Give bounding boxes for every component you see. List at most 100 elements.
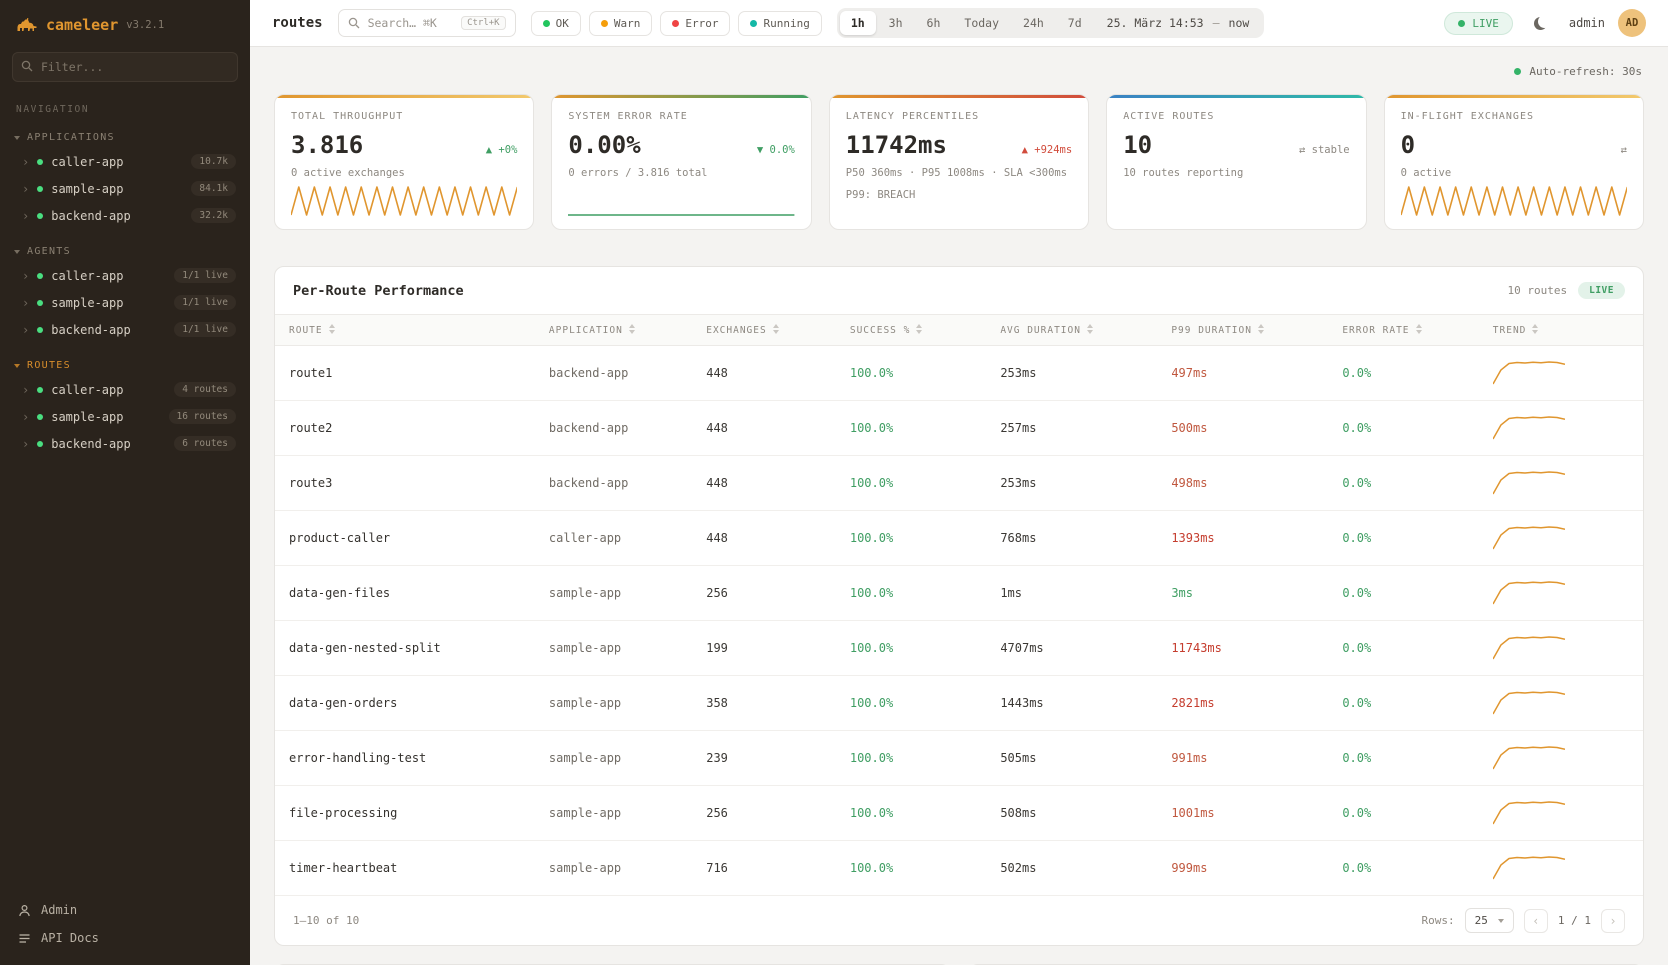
trend-sparkline (1493, 800, 1565, 826)
date-range-display[interactable]: 25. März 14:53 — now (1095, 16, 1262, 30)
sidebar-item-caller-app[interactable]: › caller-app 10.7k (0, 148, 250, 175)
column-header-p99-duration[interactable]: P99 DURATION (1157, 315, 1328, 346)
kpi-label: IN-FLIGHT EXCHANGES (1401, 111, 1627, 122)
time-range-7d[interactable]: 7d (1057, 11, 1093, 35)
section-header-routes[interactable]: ROUTES (0, 355, 250, 376)
route-cell[interactable]: data-gen-files (275, 566, 535, 621)
column-header-route[interactable]: ROUTE (275, 315, 535, 346)
kpi-system-error-rate[interactable]: SYSTEM ERROR RATE 0.00% ▼ 0.0% 0 errors … (551, 94, 811, 230)
kpi-active-routes[interactable]: ACTIVE ROUTES 10 ⇄ stable 10 routes repo… (1106, 94, 1366, 230)
table-row[interactable]: data-gen-nested-split sample-app 199 100… (275, 621, 1643, 676)
search-box[interactable]: Search… ⌘K Ctrl+K (338, 9, 516, 37)
column-header-exchanges[interactable]: EXCHANGES (692, 315, 836, 346)
table-header-row: ROUTE APPLICATION EXCHANGES SUCCESS % AV… (275, 315, 1643, 346)
status-filter-error[interactable]: Error (660, 11, 730, 36)
prev-page-button[interactable]: ‹ (1524, 909, 1548, 933)
chevron-right-icon: › (22, 384, 29, 396)
table-row[interactable]: route1 backend-app 448 100.0% 253ms 497m… (275, 346, 1643, 401)
section-header-applications[interactable]: APPLICATIONS (0, 127, 250, 148)
p99-duration-cell: 1393ms (1157, 511, 1328, 566)
column-header-error-rate[interactable]: ERROR RATE (1328, 315, 1478, 346)
avatar[interactable]: AD (1618, 9, 1646, 37)
sidebar-link-admin[interactable]: Admin (18, 903, 232, 917)
status-filter-running[interactable]: Running (738, 11, 821, 36)
status-filter-warn[interactable]: Warn (589, 11, 653, 36)
live-toggle[interactable]: LIVE (1444, 12, 1513, 35)
sidebar-item-backend-app-routes[interactable]: › backend-app 6 routes (0, 430, 250, 457)
p99-duration-cell: 498ms (1157, 456, 1328, 511)
error-rate-sparkline (568, 185, 794, 217)
sidebar-item-sample-app-routes[interactable]: › sample-app 16 routes (0, 403, 250, 430)
table-row[interactable]: route2 backend-app 448 100.0% 257ms 500m… (275, 401, 1643, 456)
time-range-1h[interactable]: 1h (840, 11, 876, 35)
route-cell[interactable]: data-gen-nested-split (275, 621, 535, 676)
next-page-button[interactable]: › (1601, 909, 1625, 933)
table-row[interactable]: product-caller caller-app 448 100.0% 768… (275, 511, 1643, 566)
dark-mode-toggle[interactable] (1526, 8, 1556, 38)
table-row[interactable]: error-handling-test sample-app 239 100.0… (275, 731, 1643, 786)
application-cell: sample-app (535, 566, 692, 621)
exchanges-cell: 239 (692, 731, 836, 786)
auto-refresh-dot (1514, 68, 1521, 75)
error-rate-cell: 0.0% (1328, 346, 1478, 401)
route-cell[interactable]: data-gen-orders (275, 676, 535, 731)
table-row[interactable]: timer-heartbeat sample-app 716 100.0% 50… (275, 841, 1643, 896)
time-range-today[interactable]: Today (953, 11, 1010, 35)
chevron-right-icon: › (22, 210, 29, 222)
success-cell: 100.0% (836, 841, 986, 896)
route-cell[interactable]: route3 (275, 456, 535, 511)
sidebar-section-agents: AGENTS › caller-app 1/1 live › sample-ap… (0, 241, 250, 343)
trend-cell (1479, 511, 1643, 566)
p99-duration-cell: 500ms (1157, 401, 1328, 456)
table-row[interactable]: data-gen-files sample-app 256 100.0% 1ms… (275, 566, 1643, 621)
rows-per-page-select[interactable]: 25 (1465, 908, 1514, 933)
route-cell[interactable]: error-handling-test (275, 731, 535, 786)
table-row[interactable]: file-processing sample-app 256 100.0% 50… (275, 786, 1643, 841)
table-footer: 1–10 of 10 Rows: 25 ‹ 1 / 1 › (275, 896, 1643, 945)
route-cell[interactable]: route2 (275, 401, 535, 456)
status-filter-ok[interactable]: OK (531, 11, 581, 36)
sidebar-item-backend-app[interactable]: › backend-app 32.2k (0, 202, 250, 229)
sidebar-link-api-docs[interactable]: API Docs (18, 931, 232, 945)
column-header-application[interactable]: APPLICATION (535, 315, 692, 346)
column-header-avg-duration[interactable]: AVG DURATION (986, 315, 1157, 346)
success-cell: 100.0% (836, 401, 986, 456)
route-cell[interactable]: file-processing (275, 786, 535, 841)
logo[interactable]: cameleer v3.2.1 (0, 0, 250, 50)
success-cell: 100.0% (836, 731, 986, 786)
sidebar-item-sample-app-agent[interactable]: › sample-app 1/1 live (0, 289, 250, 316)
sort-icon (773, 324, 780, 334)
time-range-24h[interactable]: 24h (1012, 11, 1055, 35)
trend-cell (1479, 786, 1643, 841)
trend-sparkline (1493, 415, 1565, 441)
table-row[interactable]: route3 backend-app 448 100.0% 253ms 498m… (275, 456, 1643, 511)
time-range-3h[interactable]: 3h (878, 11, 914, 35)
sidebar-item-caller-app-agent[interactable]: › caller-app 1/1 live (0, 262, 250, 289)
sidebar-item-caller-app-routes[interactable]: › caller-app 4 routes (0, 376, 250, 403)
kpi-value: 10 (1123, 131, 1152, 159)
time-range-6h[interactable]: 6h (916, 11, 952, 35)
status-dot (37, 186, 43, 192)
sort-icon (916, 324, 923, 334)
kpi-in-flight-exchanges[interactable]: IN-FLIGHT EXCHANGES 0 ⇄ 0 active (1384, 94, 1644, 230)
route-cell[interactable]: timer-heartbeat (275, 841, 535, 896)
column-header-success[interactable]: SUCCESS % (836, 315, 986, 346)
sidebar-filter-input[interactable] (12, 52, 238, 82)
column-header-trend[interactable]: TREND (1479, 315, 1643, 346)
main-content[interactable]: Auto-refresh: 30s TOTAL THROUGHPUT 3.816… (250, 47, 1668, 965)
section-title: AGENTS (27, 246, 71, 257)
success-cell: 100.0% (836, 456, 986, 511)
application-cell: sample-app (535, 621, 692, 676)
avg-duration-cell: 253ms (986, 456, 1157, 511)
sidebar-item-sample-app[interactable]: › sample-app 84.1k (0, 175, 250, 202)
section-header-agents[interactable]: AGENTS (0, 241, 250, 262)
sidebar-item-backend-app-agent[interactable]: › backend-app 1/1 live (0, 316, 250, 343)
avg-duration-cell: 1443ms (986, 676, 1157, 731)
table-row[interactable]: data-gen-orders sample-app 358 100.0% 14… (275, 676, 1643, 731)
route-cell[interactable]: product-caller (275, 511, 535, 566)
kpi-total-throughput[interactable]: TOTAL THROUGHPUT 3.816 ▲ +0% 0 active ex… (274, 94, 534, 230)
kpi-latency-percentiles[interactable]: LATENCY PERCENTILES 11742ms ▲ +924ms P50… (829, 94, 1089, 230)
caret-down-icon (1498, 919, 1504, 923)
app-name: cameleer (46, 16, 118, 34)
route-cell[interactable]: route1 (275, 346, 535, 401)
